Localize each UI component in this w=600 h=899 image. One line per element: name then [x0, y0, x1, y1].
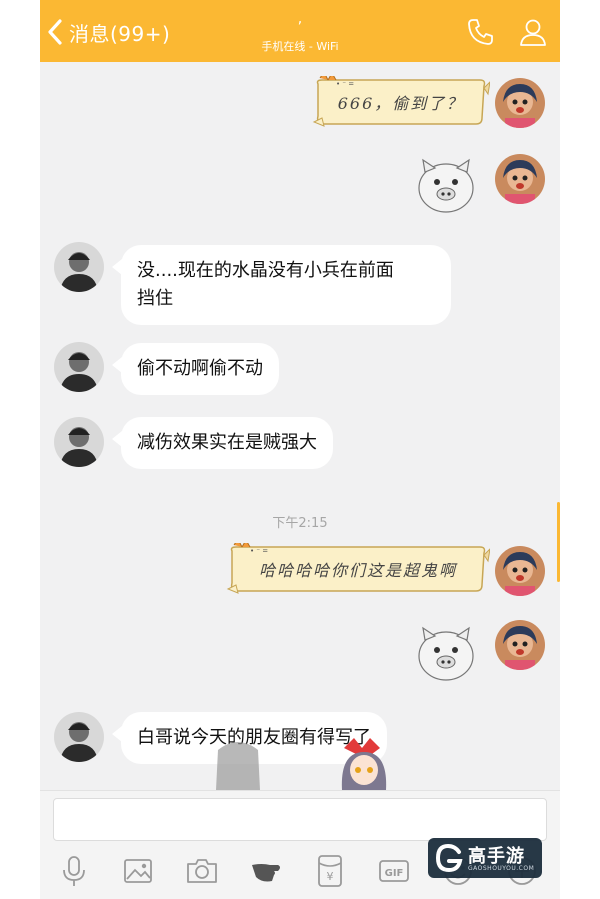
shake-icon	[252, 864, 280, 882]
message-text: 哈哈哈哈你们这是超鬼啊	[258, 561, 457, 580]
red-packet-button[interactable]: ¥	[312, 853, 348, 889]
shake-button[interactable]	[248, 853, 284, 889]
my-avatar[interactable]	[495, 154, 545, 204]
profile-button[interactable]	[518, 17, 548, 47]
pig-face-sticker[interactable]	[415, 154, 477, 216]
message-bubble-incoming[interactable]: 没....现在的水晶没有小兵在前面 挡住	[112, 245, 451, 325]
message-bubble-outgoing[interactable]: • ⁻ = 666，偷到了？	[312, 76, 490, 128]
message-bubble-outgoing[interactable]: • ⁻ = 哈哈哈哈你们这是超鬼啊	[226, 543, 490, 595]
contact-avatar[interactable]	[54, 342, 104, 392]
anime-girl-icon	[341, 738, 387, 790]
message-timestamp: 下午2:15	[272, 516, 328, 531]
my-avatar[interactable]	[495, 546, 545, 596]
my-avatar[interactable]	[495, 620, 545, 670]
svg-text:GIF: GIF	[385, 868, 404, 879]
pig-face-icon	[418, 626, 474, 681]
chat-header: 消息(99+) , 手机在线 - WiFi	[40, 0, 560, 62]
phone-call-button[interactable]	[466, 17, 496, 47]
chat-screen: 消息(99+) , 手机在线 - WiFi • ⁻ = 666，偷到了？ 没..…	[40, 0, 560, 899]
gif-button[interactable]: GIF	[376, 853, 412, 889]
pig-face-icon	[418, 158, 474, 213]
brand-logo-icon	[435, 843, 463, 873]
message-input[interactable]	[53, 798, 547, 841]
ghost-figure-icon	[216, 742, 260, 790]
svg-text:¥: ¥	[327, 870, 334, 883]
user-icon	[520, 19, 546, 46]
scroll-indicator[interactable]	[557, 502, 560, 582]
camera-icon	[187, 859, 217, 883]
watermark-url: GAOSHOUYOU.COM	[468, 865, 535, 872]
red-packet-icon: ¥	[318, 855, 342, 887]
pig-face-sticker[interactable]	[415, 622, 477, 684]
message-bubble-incoming[interactable]: 减伤效果实在是贼强大	[112, 417, 333, 469]
photo-button[interactable]	[120, 853, 156, 889]
message-bubble-incoming[interactable]: 偷不动啊偷不动	[112, 343, 279, 395]
message-text: 666，偷到了？	[337, 94, 465, 113]
camera-button[interactable]	[184, 853, 220, 889]
contact-avatar[interactable]	[54, 242, 104, 292]
message-text-line: 偷不动啊偷不动	[137, 358, 263, 379]
contact-avatar[interactable]	[54, 712, 104, 762]
microphone-icon	[63, 856, 85, 886]
message-text-line: 减伤效果实在是贼强大	[137, 432, 317, 453]
image-icon	[124, 859, 152, 883]
contact-avatar[interactable]	[54, 417, 104, 467]
voice-button[interactable]	[56, 853, 92, 889]
my-avatar[interactable]	[495, 78, 545, 128]
message-text-line: 没....现在的水晶没有小兵在前面	[137, 260, 394, 281]
site-watermark: 高手游 GAOSHOUYOU.COM	[428, 838, 542, 878]
phone-icon	[468, 19, 493, 45]
message-text-line: 挡住	[137, 288, 173, 309]
message-list[interactable]: • ⁻ = 666，偷到了？ 没....现在的水晶没有小兵在前面 挡住 偷不动啊…	[40, 62, 560, 790]
gif-icon: GIF	[379, 860, 409, 882]
